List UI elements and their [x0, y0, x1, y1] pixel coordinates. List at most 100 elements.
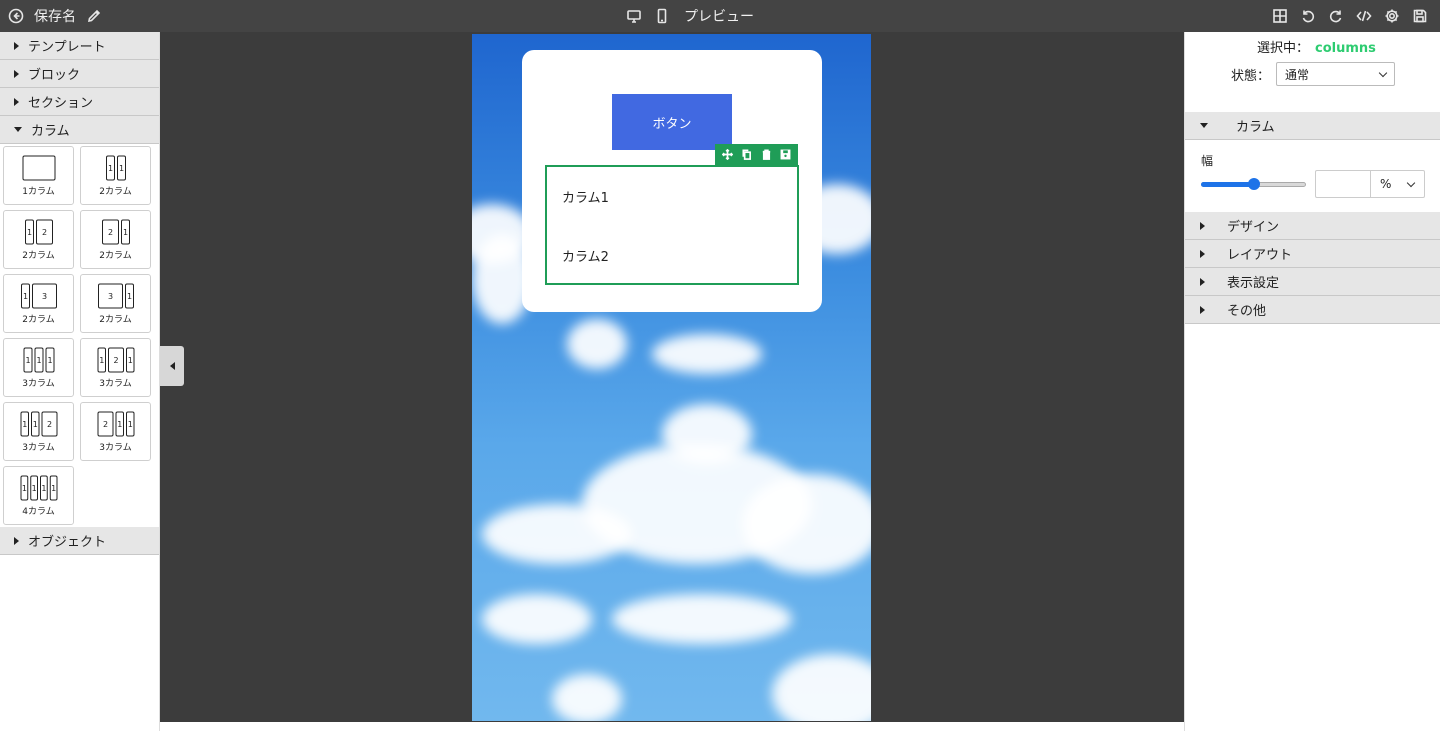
section-display[interactable]: 表示設定: [1185, 268, 1440, 296]
column-shape: [22, 155, 55, 181]
column-layout-tile[interactable]: 1 1 2 3カラム: [3, 402, 74, 461]
trash-icon[interactable]: [758, 147, 774, 163]
column-ratio: 1: [41, 484, 46, 493]
column-ratio: 1: [127, 420, 132, 429]
column-layout-icon: [22, 155, 55, 181]
columns-block[interactable]: [545, 165, 799, 285]
column-layout-icon: 111: [23, 347, 54, 373]
section-label: デザイン: [1227, 220, 1280, 235]
column-layout-caption: 3カラム: [99, 379, 132, 389]
copy-icon[interactable]: [739, 147, 755, 163]
cloud: [482, 504, 632, 564]
column-layout-icon: 121: [97, 347, 134, 373]
column-layout-icon: 21: [101, 219, 130, 245]
state-label: 状態：: [1231, 68, 1271, 84]
column-layout-icon: 31: [97, 283, 134, 309]
section-object[interactable]: オブジェクト: [0, 527, 159, 555]
column-2[interactable]: カラム2: [562, 246, 609, 265]
caret-right-icon: [14, 536, 19, 545]
column-layout-tile[interactable]: 1 2 2カラム: [3, 210, 74, 269]
column-layout-caption: 3カラム: [99, 443, 132, 453]
section-block[interactable]: ブロック: [0, 60, 159, 88]
move-icon[interactable]: [720, 147, 736, 163]
column-ratio: 1: [122, 228, 127, 237]
element-toolbar: [715, 144, 798, 165]
column-layout-tile[interactable]: 1カラム: [3, 146, 74, 205]
section-design[interactable]: デザイン: [1185, 212, 1440, 240]
state-select[interactable]: 通常: [1276, 62, 1396, 86]
section-label: セクション: [28, 96, 94, 111]
section-label: その他: [1227, 304, 1267, 319]
column-layout-tile[interactable]: 2 1 2カラム: [80, 210, 151, 269]
cloud: [482, 594, 592, 644]
column-ratio: 1: [22, 420, 27, 429]
section-column-settings[interactable]: カラム: [1185, 112, 1440, 140]
column-ratio: 1: [107, 164, 112, 173]
section-section[interactable]: セクション: [0, 88, 159, 116]
cloud: [742, 474, 871, 574]
column-ratio: 1: [36, 356, 41, 365]
top-bar: 保存名 プレビュー: [0, 0, 1440, 32]
column-ratio: 3: [41, 292, 46, 301]
save-icon[interactable]: [777, 147, 793, 163]
caret-right-icon: [1200, 305, 1205, 314]
section-template[interactable]: テンプレート: [0, 32, 159, 60]
slider-thumb[interactable]: [1247, 178, 1260, 190]
unit-select[interactable]: %: [1371, 170, 1425, 198]
column-ratio: 1: [25, 356, 30, 365]
column-ratio: 2: [102, 420, 107, 429]
width-slider[interactable]: [1201, 178, 1306, 190]
column-layout-tile[interactable]: 1 1 2カラム: [80, 146, 151, 205]
preview-label[interactable]: プレビュー: [684, 6, 754, 26]
column-layout-tile[interactable]: 1 1 1 1 4カラム: [3, 466, 74, 525]
column-ratio: 1: [127, 356, 132, 365]
collapse-panel-button[interactable]: [160, 346, 184, 386]
column-1[interactable]: カラム1: [562, 187, 609, 206]
selection-info: 選択中： columns: [1257, 37, 1376, 56]
desktop-icon[interactable]: [626, 8, 642, 24]
section-other[interactable]: その他: [1185, 296, 1440, 324]
column-ratio: 3: [107, 292, 112, 301]
mobile-icon[interactable]: [654, 8, 670, 24]
code-icon[interactable]: [1356, 8, 1372, 24]
save-icon[interactable]: [1412, 8, 1428, 24]
column-layout-tile[interactable]: 3 1 2カラム: [80, 274, 151, 333]
section-layout[interactable]: レイアウト: [1185, 240, 1440, 268]
column-layout-caption: 2カラム: [22, 315, 55, 325]
width-input[interactable]: [1315, 170, 1371, 198]
width-label: 幅: [1201, 154, 1214, 168]
column-layout-tile[interactable]: 1 1 1 3カラム: [3, 338, 74, 397]
column-ratio: 1: [31, 484, 36, 493]
save-name: 保存名: [34, 9, 76, 25]
column-layout-icon: 11: [105, 155, 126, 181]
cloud: [612, 594, 792, 644]
column-ratio: 2: [113, 356, 118, 365]
redo-icon[interactable]: [1328, 8, 1344, 24]
caret-right-icon: [1200, 221, 1205, 230]
column-ratio: 1: [117, 420, 122, 429]
grid-icon[interactable]: [1272, 8, 1288, 24]
undo-icon[interactable]: [1300, 8, 1316, 24]
pencil-icon[interactable]: [86, 8, 102, 24]
column-ratio: 2: [46, 420, 51, 429]
column-layout-tile[interactable]: 1 3 2カラム: [3, 274, 74, 333]
column-layout-caption: 3カラム: [22, 379, 55, 389]
column-ratio: 1: [47, 356, 52, 365]
section-label: ブロック: [28, 68, 81, 83]
section-column[interactable]: カラム: [0, 116, 159, 144]
cloud: [652, 334, 762, 374]
cloud: [772, 654, 871, 721]
caret-right-icon: [14, 69, 19, 78]
column-layout-caption: 4カラム: [22, 507, 55, 517]
left-panel: テンプレート ブロック セクション カラム 1カラム 1 1 2カラム 1 2 2カラム 2 1…: [0, 32, 160, 731]
column-layout-caption: 2カラム: [99, 251, 132, 261]
preview-button[interactable]: ボタン: [612, 94, 732, 150]
column-layout-tile[interactable]: 1 2 1 3カラム: [80, 338, 151, 397]
column-ratio: 1: [51, 484, 56, 493]
column-ratio: 2: [107, 228, 112, 237]
back-icon[interactable]: [8, 8, 24, 24]
gear-icon[interactable]: [1384, 8, 1400, 24]
selected-label: 選択中：: [1257, 41, 1310, 56]
column-layout-tile[interactable]: 2 1 1 3カラム: [80, 402, 151, 461]
section-label: テンプレート: [28, 40, 106, 55]
